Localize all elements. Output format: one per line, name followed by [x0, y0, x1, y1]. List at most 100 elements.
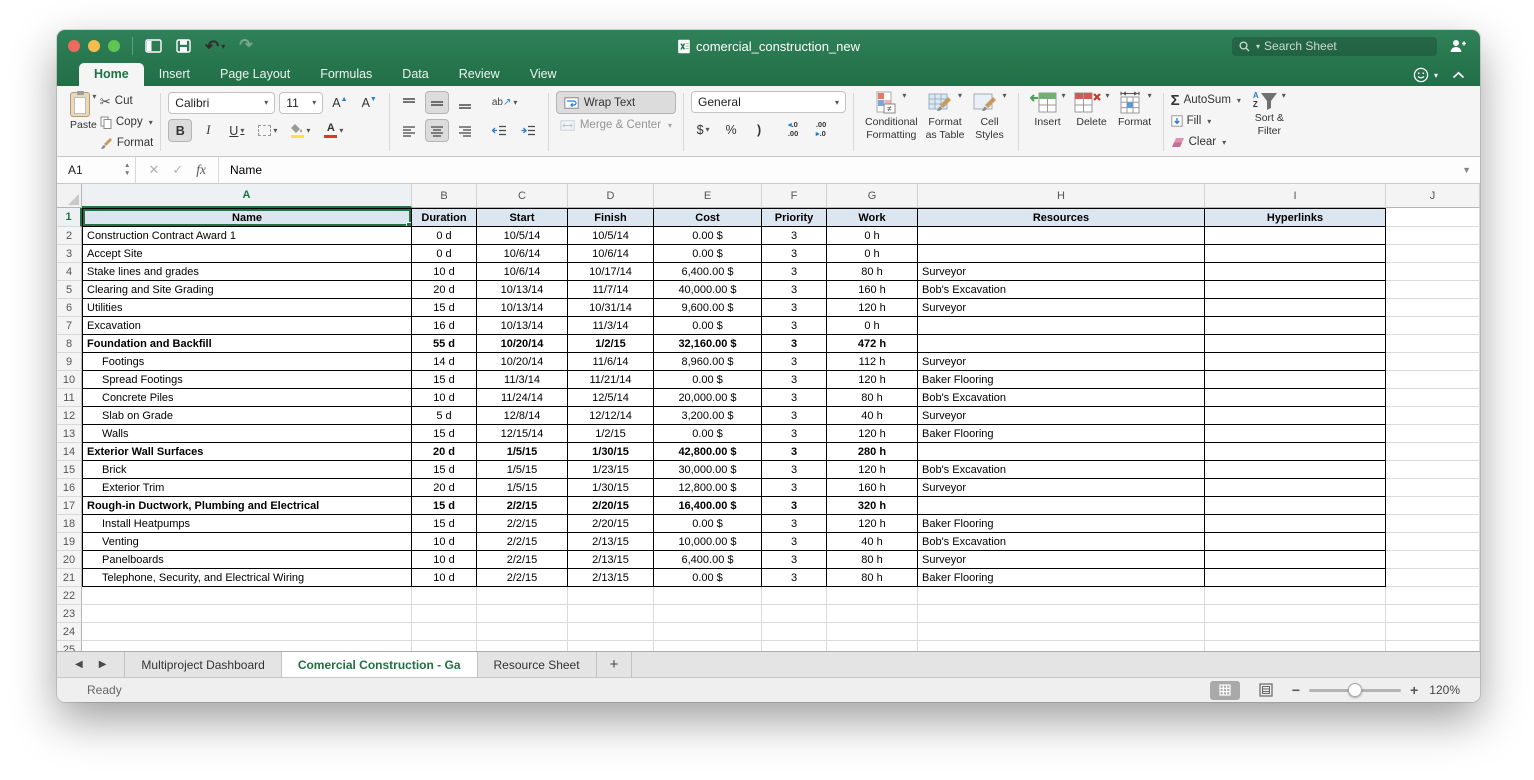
confirm-entry-button[interactable]: ✓ [172, 162, 183, 178]
cell-H21[interactable]: Baker Flooring [918, 569, 1205, 587]
row-header-9[interactable]: 9 [57, 353, 82, 371]
shrink-font-button[interactable]: A▼ [357, 91, 382, 114]
row-header-16[interactable]: 16 [57, 479, 82, 497]
cell-H11[interactable]: Bob's Excavation [918, 389, 1205, 407]
cell-A25[interactable] [82, 641, 412, 651]
name-box-stepper[interactable]: ▲▼ [119, 162, 135, 178]
cell-B25[interactable] [412, 641, 477, 651]
cell-J15[interactable] [1386, 461, 1480, 479]
cell-B20[interactable]: 10 d [412, 551, 477, 569]
align-bottom-button[interactable] [453, 91, 477, 114]
grow-font-button[interactable]: A▲ [327, 91, 352, 114]
cell-H24[interactable] [918, 623, 1205, 641]
increase-decimal-button[interactable]: ◂.0.00 [781, 118, 805, 141]
cell-I14[interactable] [1205, 443, 1386, 461]
cell-I8[interactable] [1205, 335, 1386, 353]
row-header-25[interactable]: 25 [57, 641, 82, 651]
currency-format-button[interactable]: $▾ [691, 118, 715, 141]
cell-H9[interactable]: Surveyor [918, 353, 1205, 371]
cell-E14[interactable]: 42,800.00 $ [654, 443, 762, 461]
cell-D10[interactable]: 11/21/14 [568, 371, 654, 389]
cell-J10[interactable] [1386, 371, 1480, 389]
row-header-24[interactable]: 24 [57, 623, 82, 641]
cell-J20[interactable] [1386, 551, 1480, 569]
row-header-5[interactable]: 5 [57, 281, 82, 299]
cell-J23[interactable] [1386, 605, 1480, 623]
cell-G11[interactable]: 80 h [827, 389, 918, 407]
sheet-tab-resource-sheet[interactable]: Resource Sheet [478, 652, 597, 677]
cell-D24[interactable] [568, 623, 654, 641]
cell-C19[interactable]: 2/2/15 [477, 533, 568, 551]
cell-E1[interactable]: Cost [654, 208, 762, 227]
cell-I4[interactable] [1205, 263, 1386, 281]
cell-F10[interactable]: 3 [762, 371, 827, 389]
cell-D4[interactable]: 10/17/14 [568, 263, 654, 281]
cell-F12[interactable]: 3 [762, 407, 827, 425]
cell-B2[interactable]: 0 d [412, 227, 477, 245]
save-button[interactable] [176, 39, 191, 53]
cell-J9[interactable] [1386, 353, 1480, 371]
cell-E18[interactable]: 0.00 $ [654, 515, 762, 533]
cell-A13[interactable]: Walls [82, 425, 412, 443]
insert-cells-button[interactable]: ▾ Insert [1026, 91, 1070, 153]
cell-I6[interactable] [1205, 299, 1386, 317]
collapse-ribbon-button[interactable] [1452, 71, 1465, 79]
cell-E4[interactable]: 6,400.00 $ [654, 263, 762, 281]
fill-button[interactable]: Fill ▾ [1171, 112, 1241, 130]
row-header-17[interactable]: 17 [57, 497, 82, 515]
cell-F20[interactable]: 3 [762, 551, 827, 569]
cell-C20[interactable]: 2/2/15 [477, 551, 568, 569]
cell-I22[interactable] [1205, 587, 1386, 605]
cell-C22[interactable] [477, 587, 568, 605]
row-header-14[interactable]: 14 [57, 443, 82, 461]
cell-G13[interactable]: 120 h [827, 425, 918, 443]
cell-D1[interactable]: Finish [568, 208, 654, 227]
cell-C6[interactable]: 10/13/14 [477, 299, 568, 317]
cell-G10[interactable]: 120 h [827, 371, 918, 389]
cell-C2[interactable]: 10/5/14 [477, 227, 568, 245]
fill-color-button[interactable]: ▾ [286, 119, 315, 142]
cell-F9[interactable]: 3 [762, 353, 827, 371]
sheet-tab-comercial-construction-ga[interactable]: Comercial Construction - Ga [282, 652, 478, 677]
cell-D5[interactable]: 11/7/14 [568, 281, 654, 299]
comma-format-button[interactable]: ) [747, 118, 771, 141]
zoom-out-button[interactable]: − [1292, 683, 1300, 697]
cell-D15[interactable]: 1/23/15 [568, 461, 654, 479]
cell-A23[interactable] [82, 605, 412, 623]
sheet-nav-right-icon[interactable]: ▶ [99, 659, 107, 670]
cell-F3[interactable]: 3 [762, 245, 827, 263]
cell-F4[interactable]: 3 [762, 263, 827, 281]
cell-J5[interactable] [1386, 281, 1480, 299]
cell-E5[interactable]: 40,000.00 $ [654, 281, 762, 299]
cell-F15[interactable]: 3 [762, 461, 827, 479]
cell-G22[interactable] [827, 587, 918, 605]
cell-H22[interactable] [918, 587, 1205, 605]
sheet-nav-left-icon[interactable]: ◀ [75, 659, 83, 670]
row-header-2[interactable]: 2 [57, 227, 82, 245]
feedback-smiley-button[interactable]: ▾ [1413, 67, 1438, 83]
cell-A18[interactable]: Install Heatpumps [82, 515, 412, 533]
cell-B11[interactable]: 10 d [412, 389, 477, 407]
percent-format-button[interactable]: % [719, 118, 743, 141]
cell-G8[interactable]: 472 h [827, 335, 918, 353]
row-header-23[interactable]: 23 [57, 605, 82, 623]
cell-A19[interactable]: Venting [82, 533, 412, 551]
cell-H17[interactable] [918, 497, 1205, 515]
cell-F7[interactable]: 3 [762, 317, 827, 335]
cell-B24[interactable] [412, 623, 477, 641]
cell-C7[interactable]: 10/13/14 [477, 317, 568, 335]
cell-B13[interactable]: 15 d [412, 425, 477, 443]
cell-H8[interactable] [918, 335, 1205, 353]
cell-H2[interactable] [918, 227, 1205, 245]
cell-C11[interactable]: 11/24/14 [477, 389, 568, 407]
cell-B21[interactable]: 10 d [412, 569, 477, 587]
cell-G18[interactable]: 120 h [827, 515, 918, 533]
cell-A11[interactable]: Concrete Piles [82, 389, 412, 407]
toggle-panel-button[interactable] [145, 39, 162, 53]
cell-B8[interactable]: 55 d [412, 335, 477, 353]
conditional-formatting-button[interactable]: ≠ ▾ ConditionalFormatting [861, 91, 922, 153]
cell-I19[interactable] [1205, 533, 1386, 551]
cell-H15[interactable]: Bob's Excavation [918, 461, 1205, 479]
ribbon-tab-home[interactable]: Home [79, 63, 144, 86]
cell-A15[interactable]: Brick [82, 461, 412, 479]
